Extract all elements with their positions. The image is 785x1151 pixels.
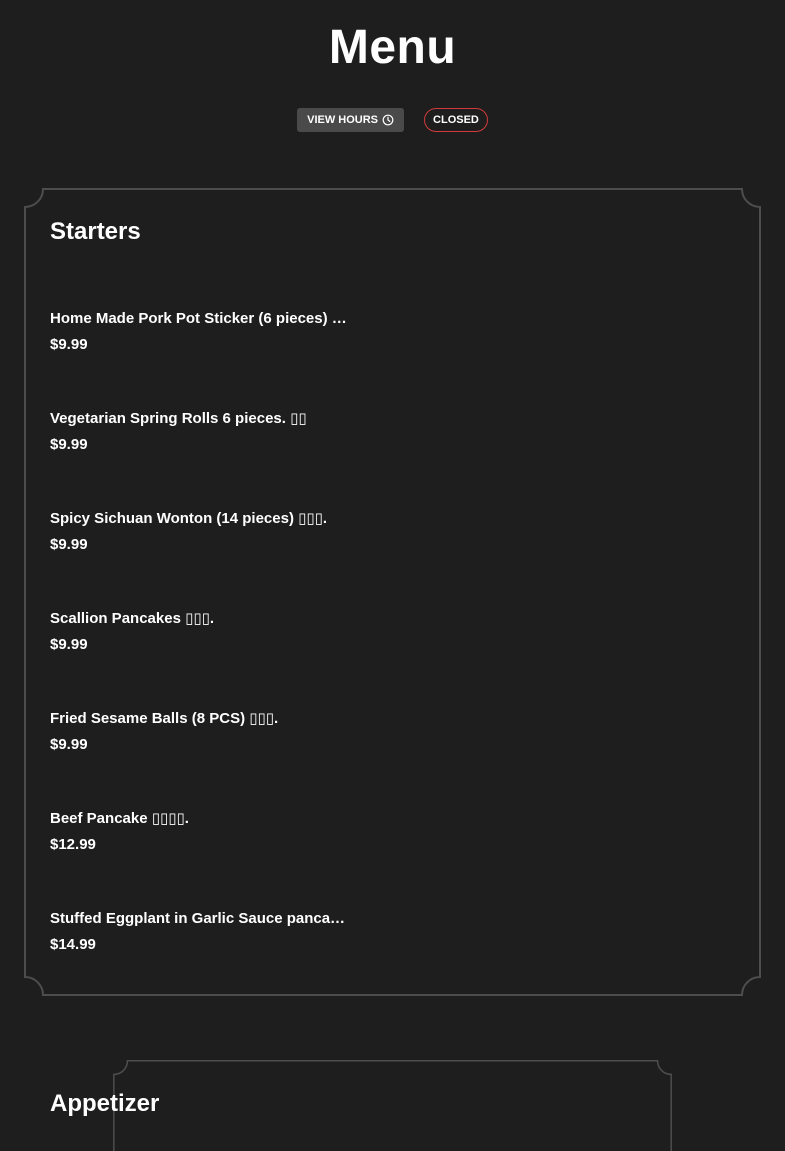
menu-item[interactable]: Fried Sesame Balls (8 PCS) ▯▯▯. $9.99: [50, 709, 370, 755]
status-badge: CLOSED: [424, 108, 488, 132]
clock-icon: [382, 114, 394, 126]
menu-page: Menu VIEW HOURS CLOSED Starters Home Mad…: [0, 0, 785, 1151]
section-title: Starters: [50, 218, 141, 245]
menu-section-appetizer: Appetizer: [24, 1060, 761, 1151]
menu-item[interactable]: Vegetarian Spring Rolls 6 pieces. ▯▯ $9.…: [50, 409, 370, 455]
menu-item[interactable]: Scallion Pancakes ▯▯▯. $9.99: [50, 609, 370, 655]
item-name: Vegetarian Spring Rolls 6 pieces. ▯▯: [50, 410, 307, 427]
section-title: Appetizer: [50, 1090, 160, 1117]
view-hours-label: VIEW HOURS: [307, 114, 379, 126]
view-hours-button[interactable]: VIEW HOURS: [297, 108, 405, 132]
menu-section-starters: Starters Home Made Pork Pot Sticker (6 p…: [24, 188, 761, 996]
status-row: VIEW HOURS CLOSED: [0, 108, 785, 132]
item-name: Beef Pancake ▯▯▯▯.: [50, 810, 189, 827]
item-price: $9.99: [50, 536, 88, 553]
menu-item[interactable]: Beef Pancake ▯▯▯▯. $12.99: [50, 809, 370, 855]
item-name: Scallion Pancakes ▯▯▯.: [50, 610, 215, 627]
menu-item[interactable]: Home Made Pork Pot Sticker (6 pieces) … …: [50, 309, 370, 355]
item-name: Fried Sesame Balls (8 PCS) ▯▯▯.: [50, 710, 279, 727]
menu-item[interactable]: Spicy Sichuan Wonton (14 pieces) ▯▯▯. $9…: [50, 509, 370, 555]
item-name: Home Made Pork Pot Sticker (6 pieces) …: [50, 310, 347, 327]
item-price: $9.99: [50, 636, 88, 653]
page-title: Menu: [328, 21, 457, 74]
item-name: Stuffed Eggplant in Garlic Sauce panca…: [50, 910, 346, 927]
item-name: Spicy Sichuan Wonton (14 pieces) ▯▯▯.: [50, 510, 328, 527]
item-price: $12.99: [50, 836, 96, 853]
item-price: $14.99: [50, 936, 96, 953]
menu-item[interactable]: Stuffed Eggplant in Garlic Sauce panca… …: [50, 909, 370, 955]
item-price: $9.99: [50, 336, 88, 353]
item-price: $9.99: [50, 436, 88, 453]
item-price: $9.99: [50, 736, 88, 753]
